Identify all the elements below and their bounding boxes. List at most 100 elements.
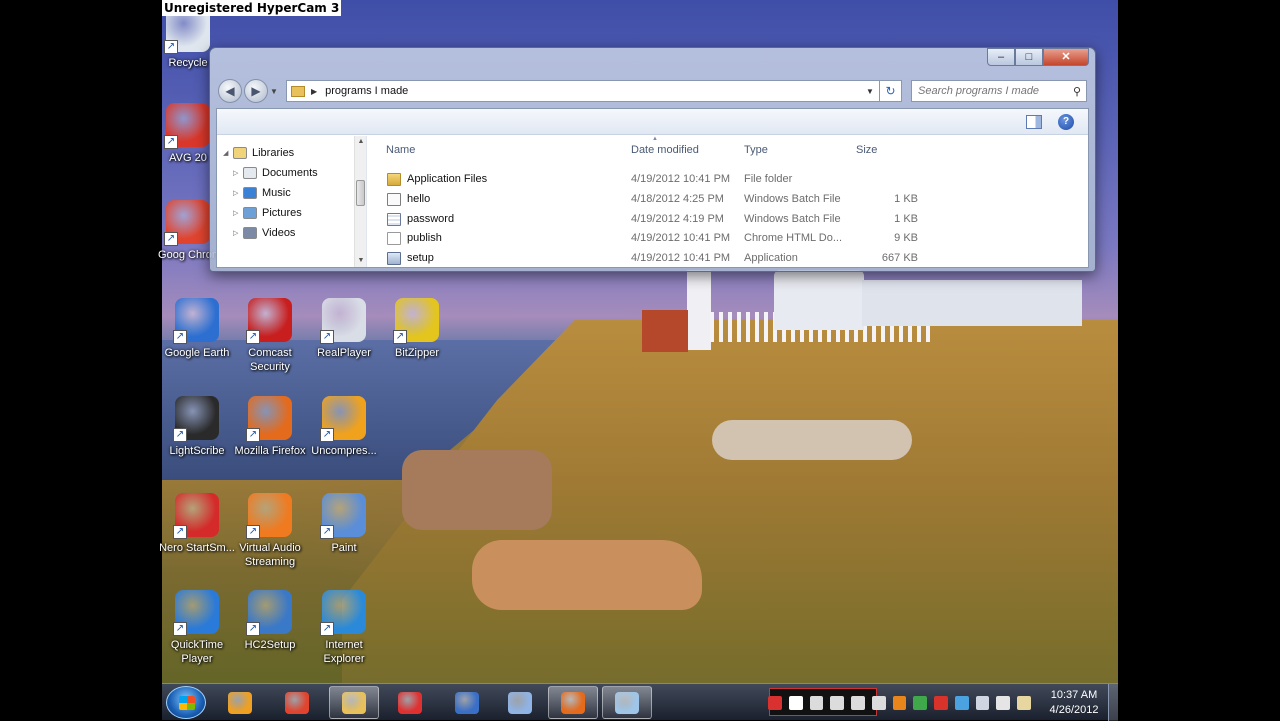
desktop-icon[interactable]: ↗ Google Earth	[159, 298, 235, 360]
taskbar-button[interactable]	[548, 686, 598, 719]
scroll-up-icon[interactable]: ▲	[355, 136, 367, 148]
expand-arrow-icon[interactable]: ◢	[223, 149, 233, 157]
expand-arrow-icon[interactable]: ▷	[233, 229, 243, 237]
chrome-taskbar-icon	[285, 691, 309, 714]
show-desktop-button[interactable]	[1108, 684, 1118, 721]
wallpaper-house	[862, 280, 1082, 326]
desktop-icon[interactable]: ↗ Uncompres...	[306, 396, 382, 458]
help-icon[interactable]: ?	[1058, 114, 1074, 130]
minimize-button[interactable]: –	[987, 48, 1015, 66]
scrollbar-thumb[interactable]	[356, 180, 365, 206]
address-bar[interactable]: ▶ programs I made ▼	[286, 80, 880, 102]
desktop-icon[interactable]: ↗ Comcast Security	[232, 298, 308, 374]
orange-tray-icon[interactable]	[892, 695, 907, 710]
taskbar-button[interactable]	[495, 686, 545, 719]
search-input[interactable]	[918, 85, 1068, 97]
desktop-icon[interactable]: ↗ QuickTime Player	[159, 590, 235, 666]
monitor-tray-icon[interactable]	[975, 695, 990, 710]
start-button[interactable]	[166, 686, 206, 719]
desktop-icon[interactable]: ↗ BitZipper	[379, 298, 455, 360]
back-button[interactable]: ◀	[218, 79, 242, 103]
hypercam-pause-icon[interactable]	[788, 695, 803, 710]
taskbar-button[interactable]	[385, 686, 435, 719]
file-date-modified: 4/19/2012 10:41 PM	[631, 173, 731, 185]
desktop-icon[interactable]: ↗ Virtual Audio Streaming	[232, 493, 308, 569]
explorer-window[interactable]: – □ ✕ ◀ ▶ ▼ ▶ programs I made ▼ ↻ ⚲	[209, 47, 1096, 272]
settings-tray-icon[interactable]	[871, 695, 886, 710]
nav-tree-item[interactable]: ▷ Documents	[233, 164, 318, 182]
file-name: publish	[407, 232, 442, 245]
file-row[interactable]: password 4/19/2012 4:19 PM Windows Batch F…	[383, 211, 923, 229]
column-header-type[interactable]: Type	[744, 144, 768, 156]
speaker-icon: ↗	[246, 493, 292, 539]
forward-button[interactable]: ▶	[244, 79, 268, 103]
desktop-icon[interactable]: ↗ HC2Setup	[232, 590, 308, 652]
nav-tree-label: Documents	[262, 167, 318, 179]
flag-tray-icon[interactable]	[1017, 695, 1031, 710]
taskbar-button[interactable]	[272, 686, 322, 719]
nero-icon: ↗	[173, 493, 219, 539]
desktop-icon[interactable]: ↗ Nero StartSm...	[159, 493, 235, 555]
volume-tray-icon[interactable]	[996, 695, 1011, 710]
maximize-button[interactable]: □	[1015, 48, 1043, 66]
desktop-icon-label: BitZipper	[394, 347, 440, 359]
desktop-icon[interactable]: ↗ LightScribe	[159, 396, 235, 458]
navigation-pane-scrollbar[interactable]: ▲ ▼	[354, 136, 366, 267]
refresh-button[interactable]: ↻	[880, 80, 902, 102]
media-center-icon	[228, 691, 252, 714]
quicktime-icon: ↗	[173, 590, 219, 636]
green-tray-icon[interactable]	[913, 695, 928, 710]
desktop-icon-label: Nero StartSm...	[159, 542, 235, 554]
recent-pages-dropdown[interactable]: ▼	[270, 87, 280, 96]
file-type: Application	[744, 252, 798, 264]
wallpaper-lighthouse	[774, 270, 864, 330]
nav-tree-item[interactable]: ▷ Pictures	[233, 204, 302, 222]
taskbar-button[interactable]	[215, 686, 265, 719]
internet-explorer-icon: ↗	[320, 590, 366, 636]
nav-tree-item[interactable]: ▷ Music	[233, 184, 291, 202]
hypercam-stop-icon[interactable]	[768, 695, 782, 710]
clock[interactable]: 10:37 AM 4/26/2012	[1044, 688, 1104, 718]
desktop-icon[interactable]: ↗ Internet Explorer	[306, 590, 382, 666]
file-row[interactable]: setup 4/19/2012 10:41 PM Application 667 KB	[383, 250, 923, 268]
close-button[interactable]: ✕	[1043, 48, 1089, 66]
nav-tree-item[interactable]: ◢ Libraries	[223, 144, 294, 162]
mic-tray-icon[interactable]	[830, 695, 845, 710]
preview-pane-icon[interactable]	[1026, 115, 1042, 129]
column-header-name[interactable]: Name	[386, 144, 415, 156]
scroll-down-icon[interactable]: ▼	[355, 255, 367, 267]
column-header-size[interactable]: Size	[856, 144, 877, 156]
breadcrumb-chevron-icon[interactable]: ▶	[311, 87, 317, 96]
desktop-icon[interactable]: ↗ Paint	[306, 493, 382, 555]
taskbar-button[interactable]	[602, 686, 652, 719]
column-header-date-modified[interactable]: Date modified	[631, 144, 699, 156]
lightscribe-icon: ↗	[173, 396, 219, 442]
network-tray-icon[interactable]	[954, 695, 969, 710]
file-row[interactable]: Application Files 4/19/2012 10:41 PM File …	[383, 171, 923, 189]
expand-arrow-icon[interactable]: ▷	[233, 209, 243, 217]
breadcrumb-current-folder[interactable]: programs I made	[325, 85, 408, 97]
camera-tray-icon[interactable]	[809, 695, 824, 710]
file-name: setup	[407, 252, 434, 264]
expand-arrow-icon[interactable]: ▷	[233, 169, 243, 177]
taskbar-button[interactable]	[442, 686, 492, 719]
desktop-icon-label: HC2Setup	[244, 639, 296, 651]
nav-tree-item[interactable]: ▷ Videos	[233, 224, 295, 242]
desktop-icon[interactable]: ↗ RealPlayer	[306, 298, 382, 360]
search-icon[interactable]: ⚲	[1068, 85, 1086, 98]
pen-tray-icon[interactable]	[851, 695, 865, 710]
expand-arrow-icon[interactable]: ▷	[233, 189, 243, 197]
search-box[interactable]: ⚲	[911, 80, 1087, 102]
address-dropdown-icon[interactable]: ▼	[861, 87, 879, 96]
documents-icon	[243, 167, 257, 179]
file-size: 9 KB	[894, 232, 918, 245]
file-row[interactable]: hello 4/18/2012 4:25 PM Windows Batch File…	[383, 191, 923, 209]
record-taskbar-icon	[398, 691, 422, 714]
firefox-taskbar-icon	[561, 691, 585, 714]
desktop-icon[interactable]: ↗ Mozilla Firefox	[232, 396, 308, 458]
red-tray-icon[interactable]	[934, 695, 948, 710]
file-row[interactable]: publish 4/19/2012 10:41 PM Chrome HTML Do.…	[383, 230, 923, 248]
taskbar-button[interactable]	[329, 686, 379, 719]
shortcut-arrow-icon: ↗	[173, 428, 187, 442]
comcast-security-icon: ↗	[246, 298, 292, 344]
